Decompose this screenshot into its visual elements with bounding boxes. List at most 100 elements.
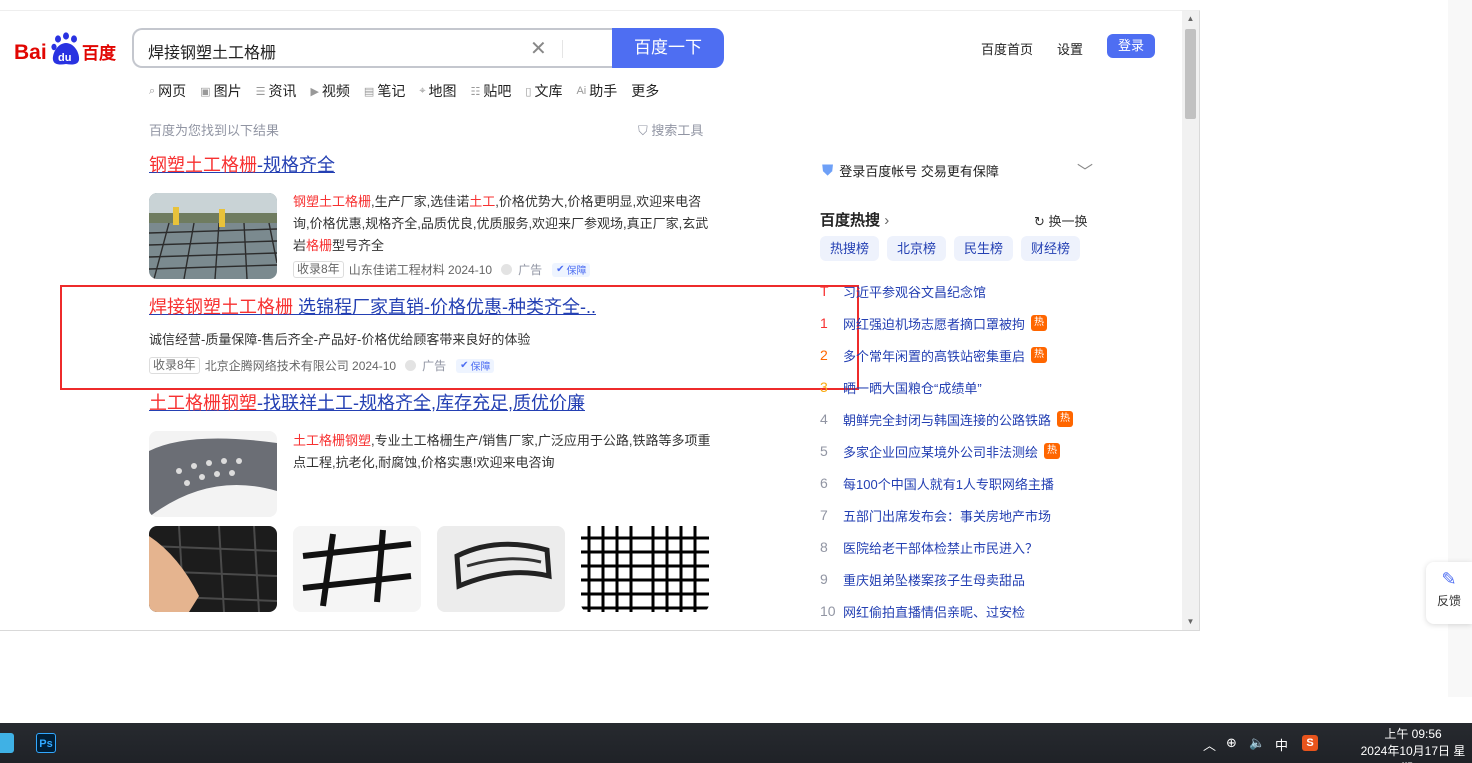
- app-icon-partial[interactable]: [0, 733, 14, 753]
- hot-search-tabs: 热搜榜 北京榜 民生榜 财经榜: [820, 236, 1081, 261]
- tieba-icon: ☷: [470, 85, 481, 98]
- hot-search-item[interactable]: 7 五部门出席发布会：事关房地产市场: [820, 499, 1073, 531]
- search-icon: ⌕: [149, 84, 156, 97]
- hot-search-item[interactable]: 3 晒一晒大国粮仓“成绩单”: [820, 371, 1073, 403]
- settings-link[interactable]: 设置: [1057, 39, 1083, 58]
- hot-search-item[interactable]: T 习近平参观谷文昌纪念馆: [820, 275, 1073, 307]
- refresh-button[interactable]: ↻ 换一换: [1034, 211, 1088, 230]
- search-button[interactable]: 百度一下: [612, 28, 724, 68]
- hot-rank: 9: [820, 571, 828, 587]
- hot-search-item[interactable]: 5 多家企业回应某境外公司非法测绘热: [820, 435, 1073, 467]
- result-1-title[interactable]: 钢塑土工格栅-规格齐全: [149, 151, 335, 177]
- hot-badge: 热: [1031, 347, 1048, 363]
- hot-text: 朝鲜完全封闭与韩国连接的公路铁路: [843, 412, 1052, 428]
- hot-tab-finance[interactable]: 财经榜: [1021, 236, 1081, 261]
- hot-search-item[interactable]: 10 网红偷拍直播情侣亲昵、过安检: [820, 595, 1073, 627]
- hot-search-item[interactable]: 6 每100个中国人就有1人专职网络主播: [820, 467, 1073, 499]
- hot-text: 多家企业回应某境外公司非法测绘: [843, 444, 1039, 460]
- product-image-2[interactable]: [293, 526, 421, 612]
- home-link[interactable]: 百度首页: [981, 39, 1033, 58]
- result-3-thumbnail[interactable]: [149, 431, 277, 517]
- hot-text: 五部门出席发布会：事关房地产市场: [843, 508, 1052, 524]
- tray-chevron-up-icon[interactable]: ︿: [1203, 735, 1216, 754]
- hot-text: 重庆姐弟坠楼案孩子生母卖甜品: [843, 572, 1026, 588]
- taskbar: Ps ︿ ⊕ 🔈 中 S 上午 09:56 2024年10月17日 星期四: [0, 723, 1472, 763]
- search-tabs: ⌕ 网页 ▣ 图片 ☰ 资讯 ▶ 视频 ▤ 笔记 ⌖ 地图 ☷ 贴吧 ▯ 文库 Ai 助手 更多: [149, 81, 673, 101]
- ai-icon: Ai: [576, 85, 587, 97]
- hot-rank: 2: [820, 347, 828, 363]
- ime-indicator[interactable]: 中: [1275, 735, 1288, 754]
- tab-more[interactable]: 更多: [631, 81, 659, 101]
- result-1-thumbnail[interactable]: [149, 193, 277, 279]
- image-icon: ▣: [200, 85, 211, 98]
- filter-icon: ⛉: [638, 123, 652, 138]
- hot-text: 网红偷拍直播情侣亲昵、过安检: [843, 604, 1026, 620]
- system-clock[interactable]: 上午 09:56 2024年10月17日 星期四: [1358, 726, 1468, 763]
- annotation-highlight-box: [60, 285, 859, 390]
- product-image-1[interactable]: [149, 526, 277, 612]
- hot-search-item[interactable]: 2 多个常年闲置的高铁站密集重启热: [820, 339, 1073, 371]
- guarantee-badge[interactable]: ✔ 保障: [552, 262, 591, 277]
- baidu-logo[interactable]: Bai du 百度: [14, 31, 120, 67]
- hot-search-item[interactable]: 1 网红强迫机场志愿者摘口罩被拘热: [820, 307, 1073, 339]
- sogou-icon[interactable]: S: [1302, 735, 1318, 751]
- shield-check-icon: ✔: [556, 264, 565, 275]
- map-icon: ⌖: [419, 84, 426, 97]
- tab-map[interactable]: ⌖ 地图: [419, 81, 456, 101]
- clear-icon[interactable]: ✕: [530, 36, 547, 61]
- scroll-down-icon[interactable]: ▼: [1182, 614, 1199, 630]
- hot-text: 每100个中国人就有1人专职网络主播: [843, 476, 1054, 492]
- chevron-right-icon: ›: [884, 212, 890, 229]
- hot-rank: 10: [820, 603, 836, 619]
- hot-tab-livelihood[interactable]: 民生榜: [954, 236, 1014, 261]
- refresh-icon: ↻: [1034, 214, 1045, 229]
- result-source[interactable]: 山东佳诺工程材料 2024-10: [349, 261, 492, 278]
- hot-search-item[interactable]: 9 重庆姐弟坠楼案孩子生母卖甜品: [820, 563, 1073, 595]
- tab-video[interactable]: ▶ 视频: [310, 81, 349, 101]
- tab-news[interactable]: ☰ 资讯: [256, 81, 297, 101]
- hot-rank: 6: [820, 475, 828, 491]
- hot-text: 晒一晒大国粮仓“成绩单”: [843, 380, 982, 396]
- search-input-box[interactable]: 焊接钢塑土工格栅 ✕: [132, 28, 614, 68]
- result-1-meta: 收录8年 山东佳诺工程材料 2024-10 广告 ✔ 保障: [293, 261, 591, 278]
- product-image-4[interactable]: [581, 526, 709, 612]
- tab-web[interactable]: ⌕ 网页: [149, 81, 186, 101]
- hot-badge: 热: [1057, 411, 1074, 427]
- vertical-scrollbar[interactable]: ▲ ▼: [1182, 11, 1199, 630]
- login-tip[interactable]: ⛊ 登录百度帐号 交易更有保障 ﹀: [822, 161, 1093, 181]
- chevron-down-icon[interactable]: ﹀: [1077, 158, 1093, 182]
- hot-text: 网红强迫机场志愿者摘口罩被拘: [843, 316, 1026, 332]
- ad-label: 广告: [518, 263, 543, 277]
- hot-rank: 4: [820, 411, 828, 427]
- notes-icon: ▤: [363, 85, 375, 98]
- video-icon: ▶: [310, 85, 319, 98]
- result-3-title[interactable]: 土工格栅钢塑-找联祥土工-规格齐全,库存充足,质优价廉: [149, 389, 585, 415]
- tab-notes[interactable]: ▤ 笔记: [364, 81, 405, 101]
- hot-text: 多个常年闲置的高铁站密集重启: [843, 348, 1026, 364]
- tab-tieba[interactable]: ☷ 贴吧: [471, 81, 512, 101]
- search-tools-button[interactable]: ⛉ 搜索工具: [638, 120, 703, 139]
- product-image-3[interactable]: [437, 526, 565, 612]
- hot-search-item[interactable]: 4 朝鲜完全封闭与韩国连接的公路铁路热: [820, 403, 1074, 435]
- search-input[interactable]: 焊接钢塑土工格栅: [148, 39, 276, 63]
- tab-wenku[interactable]: ▯ 文库: [525, 81, 562, 101]
- globe-icon[interactable]: ⊕: [1226, 735, 1237, 751]
- login-button[interactable]: 登录: [1107, 34, 1155, 58]
- hot-search-item[interactable]: 8 医院给老干部体检禁止市民进入？: [820, 531, 1073, 563]
- tab-images[interactable]: ▣ 图片: [200, 81, 241, 101]
- hot-rank: 7: [820, 507, 828, 523]
- hot-rank: T: [820, 283, 829, 299]
- browser-viewport: Bai du 百度 焊接钢塑土工格栅 ✕ 百度一下 百度首页 设置 登录 ⌕ 网页…: [0, 10, 1200, 631]
- hot-tab-hot[interactable]: 热搜榜: [820, 236, 880, 261]
- hot-tab-beijing[interactable]: 北京榜: [887, 236, 947, 261]
- scrollbar-thumb[interactable]: [1185, 29, 1196, 119]
- hot-search-list: T 习近平参观谷文昌纪念馆 1 网红强迫机场志愿者摘口罩被拘热 2 多个常年闲置的高铁站密…: [820, 275, 1074, 627]
- photoshop-icon[interactable]: Ps: [36, 733, 56, 753]
- feedback-button[interactable]: ✎ 反馈: [1426, 562, 1472, 624]
- verified-circle-icon: [501, 264, 513, 275]
- tab-assistant[interactable]: Ai 助手: [576, 81, 617, 101]
- indexed-badge: 收录8年: [293, 261, 344, 278]
- speaker-icon[interactable]: 🔈: [1249, 735, 1265, 751]
- scroll-up-icon[interactable]: ▲: [1182, 11, 1199, 27]
- hot-search-title[interactable]: 百度热搜 ›: [820, 209, 889, 230]
